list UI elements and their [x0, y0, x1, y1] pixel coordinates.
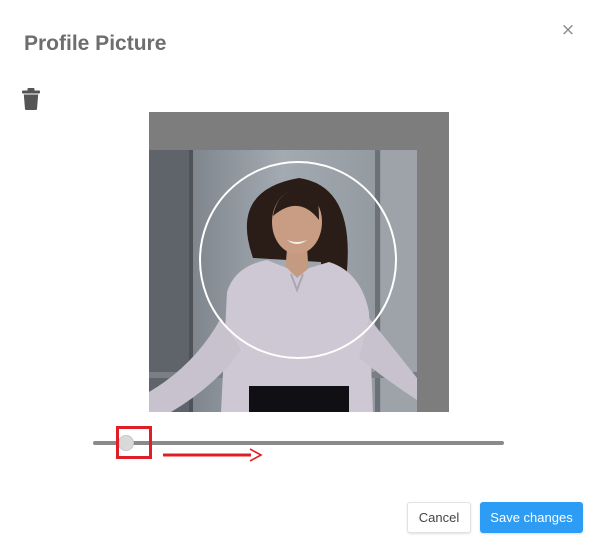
- crop-circle[interactable]: [199, 161, 397, 359]
- delete-photo-button[interactable]: [22, 87, 42, 111]
- close-button[interactable]: ×: [558, 20, 578, 40]
- image-crop-area[interactable]: [149, 112, 449, 412]
- zoom-slider-track[interactable]: [93, 441, 504, 445]
- crop-overflow-area: [417, 150, 449, 412]
- close-icon: ×: [560, 20, 576, 40]
- zoom-slider-thumb[interactable]: [118, 435, 134, 451]
- cancel-button[interactable]: Cancel: [407, 502, 471, 533]
- profile-picture-dialog: Profile Picture × Cancel Save changes: [0, 0, 597, 545]
- trash-icon: [22, 88, 40, 110]
- dialog-title: Profile Picture: [24, 32, 167, 55]
- save-changes-button[interactable]: Save changes: [480, 502, 583, 533]
- zoom-slider[interactable]: [93, 433, 504, 453]
